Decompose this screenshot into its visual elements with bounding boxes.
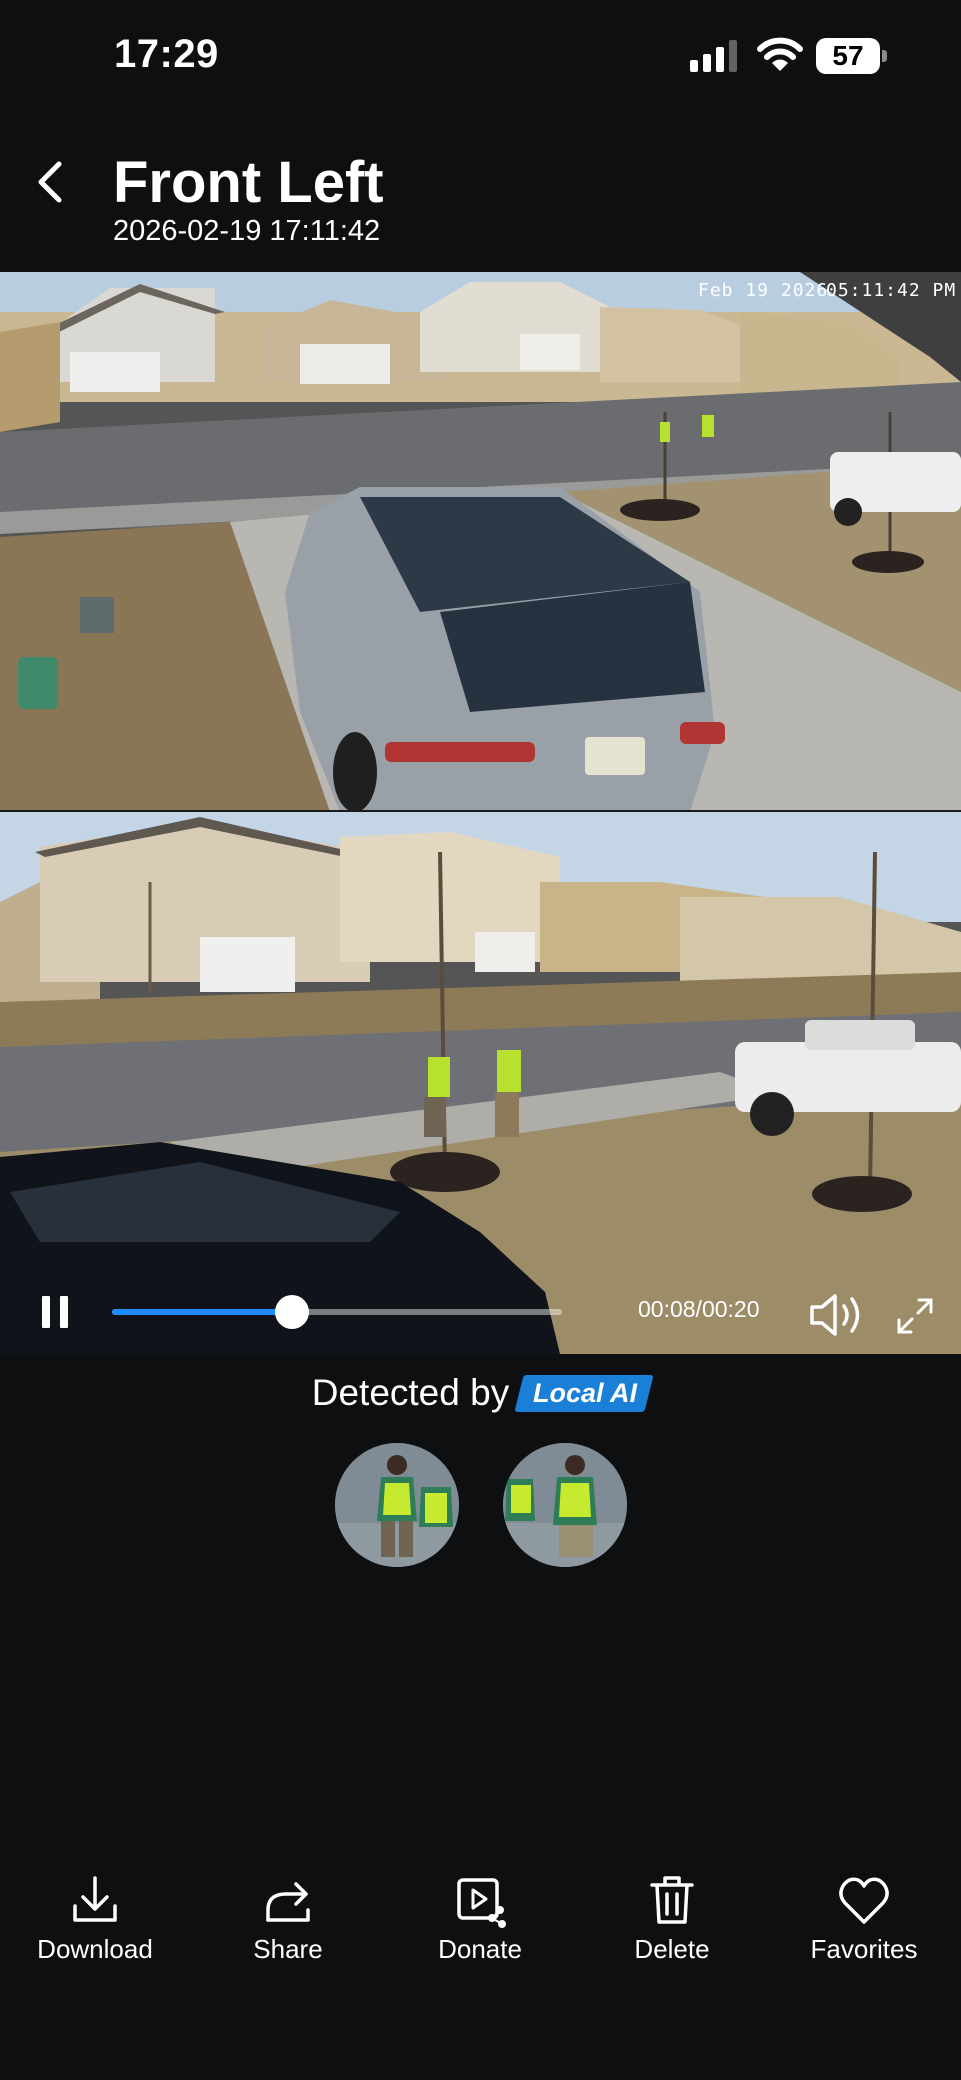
download-label: Download (37, 1934, 153, 1964)
page-title: Front Left (113, 150, 384, 215)
download-button[interactable]: Download (10, 1872, 180, 1965)
detection-source: Detected by Local AI (0, 1370, 961, 1416)
donate-label: Donate (438, 1934, 522, 1964)
status-bar: 17:29 57 (0, 0, 961, 115)
detection-thumbnails (0, 1443, 961, 1567)
chevron-left-icon (38, 161, 62, 203)
back-button[interactable] (28, 156, 72, 208)
fullscreen-icon[interactable] (895, 1296, 935, 1336)
delete-button[interactable]: Delete (587, 1872, 757, 1965)
wifi-icon (757, 37, 803, 71)
progress-fill (112, 1309, 292, 1315)
local-ai-badge: Local AI (514, 1374, 654, 1412)
player-control-bar: 00:08/00:20 (0, 1272, 961, 1382)
favorites-button[interactable]: Favorites (779, 1872, 949, 1965)
battery-level: 57 (832, 40, 864, 71)
heart-icon (839, 1877, 889, 1924)
status-time: 17:29 (114, 32, 219, 76)
camera-date-overlay: Feb 19 2026 (698, 280, 829, 301)
battery-indicator: 57 (816, 38, 888, 74)
person-thumbnail[interactable] (334, 1443, 459, 1567)
share-icon (266, 1882, 310, 1922)
event-timestamp: 2026-02-19 17:11:42 (113, 215, 381, 247)
camera-view-top: Feb 19 2026 05:11:42 PM (0, 272, 961, 812)
progress-bar[interactable] (112, 1295, 562, 1329)
donate-icon (457, 1878, 506, 1928)
favorites-label: Favorites (810, 1934, 918, 1964)
trash-icon (650, 1876, 694, 1924)
detected-by-label: Detected by (311, 1372, 510, 1413)
action-bar: Download Share Donate Delete Favorites (0, 1872, 961, 1972)
camera-clock-overlay: 05:11:42 PM (826, 280, 957, 301)
delete-label: Delete (634, 1934, 710, 1964)
volume-icon[interactable] (808, 1292, 866, 1338)
pause-button[interactable] (40, 1296, 72, 1332)
download-icon (73, 1876, 117, 1922)
person-thumbnail[interactable] (502, 1443, 627, 1567)
time-readout: 00:08/00:20 (638, 1296, 760, 1322)
video-player[interactable]: Feb 19 2026 05:11:42 PM (0, 272, 961, 1354)
share-label: Share (253, 1934, 323, 1964)
donate-button[interactable]: Donate (395, 1872, 565, 1965)
progress-thumb[interactable] (275, 1295, 309, 1329)
share-button[interactable]: Share (203, 1872, 373, 1965)
cellular-signal-icon (690, 40, 737, 72)
